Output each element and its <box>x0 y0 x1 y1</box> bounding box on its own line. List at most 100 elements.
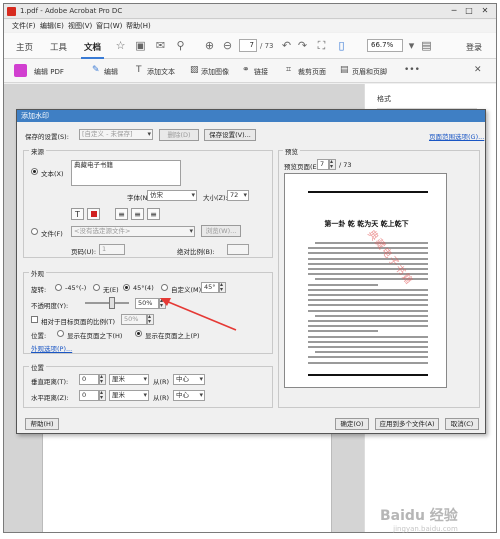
menu-window[interactable]: 窗口(W) <box>96 21 122 31</box>
text-radio-label: 文本(X) <box>41 170 64 178</box>
page-view-icon[interactable]: ▯ <box>335 39 348 52</box>
edit-button[interactable]: 编辑 <box>104 67 118 77</box>
font-select[interactable]: 仿宋 <box>147 190 197 201</box>
rotate-right-icon[interactable]: ↷ <box>296 39 309 52</box>
next-page-icon[interactable]: ⊖ <box>221 39 234 52</box>
watermark-text-input[interactable]: 典藏电子书籍 <box>71 160 181 186</box>
relative-scale-input[interactable]: 50% <box>121 314 147 325</box>
preview-page-input[interactable]: 7 <box>317 159 329 170</box>
horizontal-distance-label: 水平距离(Z): <box>31 394 69 402</box>
preview-footer-rule <box>308 374 428 376</box>
page-number-input[interactable]: 7 <box>239 39 257 52</box>
tools-menu-icon[interactable]: ▤ <box>420 39 433 52</box>
rotate-custom-radio[interactable] <box>161 284 168 291</box>
tab-tools[interactable]: 工具 <box>50 41 67 53</box>
edit-pdf-label[interactable]: 编辑 PDF <box>34 67 64 77</box>
bookmark-icon[interactable]: ☆ <box>114 39 127 52</box>
add-image-button[interactable]: 添加图像 <box>201 67 229 77</box>
mail-icon[interactable]: ✉ <box>154 39 167 52</box>
edit-icon[interactable]: ✎ <box>92 65 100 75</box>
horizontal-distance-spinner[interactable] <box>99 389 106 401</box>
behind-page-radio[interactable] <box>57 330 64 337</box>
add-image-icon[interactable]: ▨ <box>190 65 199 75</box>
size-select[interactable]: 72 <box>227 190 249 201</box>
text-color-icon[interactable] <box>87 208 100 220</box>
menu-file[interactable]: 文件(F) <box>12 21 36 31</box>
maximize-icon[interactable]: □ <box>463 6 475 15</box>
vertical-distance-spinner[interactable] <box>99 373 106 385</box>
ok-button[interactable]: 确定(O) <box>335 418 369 430</box>
vertical-distance-input[interactable]: 0 <box>79 374 99 385</box>
absolute-scale-input[interactable] <box>227 244 249 255</box>
opacity-input[interactable]: 50% <box>135 298 159 309</box>
vertical-unit-select[interactable]: 厘米 <box>109 374 149 385</box>
add-text-button[interactable]: 添加文本 <box>147 67 175 77</box>
close-toolbar-icon[interactable]: ✕ <box>474 65 482 75</box>
vertical-from-select[interactable]: 中心 <box>173 374 205 385</box>
preview-text-line <box>308 257 428 260</box>
menu-view[interactable]: 视图(V) <box>68 21 92 31</box>
opacity-slider-thumb[interactable] <box>109 297 115 309</box>
rotate-none-radio[interactable] <box>93 284 100 291</box>
horizontal-from-select[interactable]: 中心 <box>173 390 205 401</box>
horizontal-unit-select[interactable]: 厘米 <box>109 390 149 401</box>
link-button[interactable]: 链接 <box>254 67 268 77</box>
add-text-icon[interactable]: T <box>136 65 142 75</box>
more-options-icon[interactable]: ••• <box>404 65 420 75</box>
apply-multiple-button[interactable]: 应用到多个文件(A) <box>375 418 439 430</box>
save-icon[interactable]: ▣ <box>134 39 147 52</box>
browse-button[interactable]: 浏览(W)... <box>201 225 241 237</box>
link-icon[interactable]: ⚭ <box>242 65 250 75</box>
fit-page-icon[interactable]: ⛶ <box>315 39 328 52</box>
search-icon[interactable]: ⚲ <box>174 39 187 52</box>
tab-home[interactable]: 主页 <box>16 41 33 53</box>
rotate-spinner[interactable] <box>219 281 226 293</box>
login-link[interactable]: 登录 <box>466 42 482 53</box>
relative-scale-spinner[interactable] <box>147 313 154 325</box>
front-page-radio[interactable] <box>135 330 142 337</box>
preview-text-line <box>315 314 428 317</box>
help-button[interactable]: 帮助(H) <box>25 418 59 430</box>
page-range-options-link[interactable]: 页面范围选项(G)... <box>429 131 484 141</box>
text-radio[interactable] <box>31 168 38 175</box>
zoom-dropdown-icon[interactable]: ▾ <box>405 39 418 52</box>
vertical-from-label: 从(R) <box>153 378 170 386</box>
prev-page-icon[interactable]: ⊕ <box>203 39 216 52</box>
rotate-value-input[interactable]: 45° <box>201 282 219 293</box>
header-footer-icon[interactable]: ▤ <box>340 65 349 75</box>
opacity-spinner[interactable] <box>159 297 166 309</box>
opacity-slider[interactable] <box>85 297 129 309</box>
source-group-title: 来源 <box>29 146 46 156</box>
close-icon[interactable]: ✕ <box>479 6 491 15</box>
rotate-minus45-radio[interactable] <box>55 284 62 291</box>
align-left-icon[interactable]: ≡ <box>115 208 128 220</box>
preview-page-spinner[interactable] <box>329 158 336 170</box>
source-page-input[interactable]: 1 <box>99 244 125 255</box>
minimize-icon[interactable]: ─ <box>448 6 460 15</box>
align-right-icon[interactable]: ≡ <box>147 208 160 220</box>
align-center-icon[interactable]: ≡ <box>131 208 144 220</box>
relative-scale-checkbox[interactable] <box>31 316 38 323</box>
source-file-select[interactable]: <没有选定源文件> <box>71 226 195 237</box>
rotate-45-radio[interactable] <box>123 284 130 291</box>
logo-sub-text: jingyan.baidu.com <box>393 525 458 533</box>
horizontal-distance-input[interactable]: 0 <box>79 390 99 401</box>
file-radio[interactable] <box>31 228 38 235</box>
saved-settings-select[interactable]: [自定义 - 未保存] <box>79 129 153 140</box>
cancel-button[interactable]: 取消(C) <box>445 418 479 430</box>
menu-edit[interactable]: 编辑(E) <box>40 21 64 31</box>
tab-document[interactable]: 文档 <box>80 41 105 59</box>
crop-button[interactable]: 裁剪页面 <box>298 67 326 77</box>
underline-icon[interactable]: T <box>71 208 84 220</box>
save-settings-button[interactable]: 保存设置(V)... <box>204 129 256 141</box>
header-footer-button[interactable]: 页眉和页脚 <box>352 67 387 77</box>
position-group-title: 位置 <box>29 362 46 372</box>
crop-icon[interactable]: ⌗ <box>286 65 291 75</box>
zoom-select[interactable]: 66.7% <box>367 39 403 52</box>
menu-help[interactable]: 帮助(H) <box>126 21 151 31</box>
page-number-label: 页码(U): <box>71 248 97 256</box>
appearance-options-link[interactable]: 外观选项(P)... <box>31 343 72 353</box>
logo-main-text: Baidu 经验 <box>380 508 458 524</box>
rotate-left-icon[interactable]: ↶ <box>280 39 293 52</box>
delete-button[interactable]: 删除(D) <box>159 129 199 141</box>
